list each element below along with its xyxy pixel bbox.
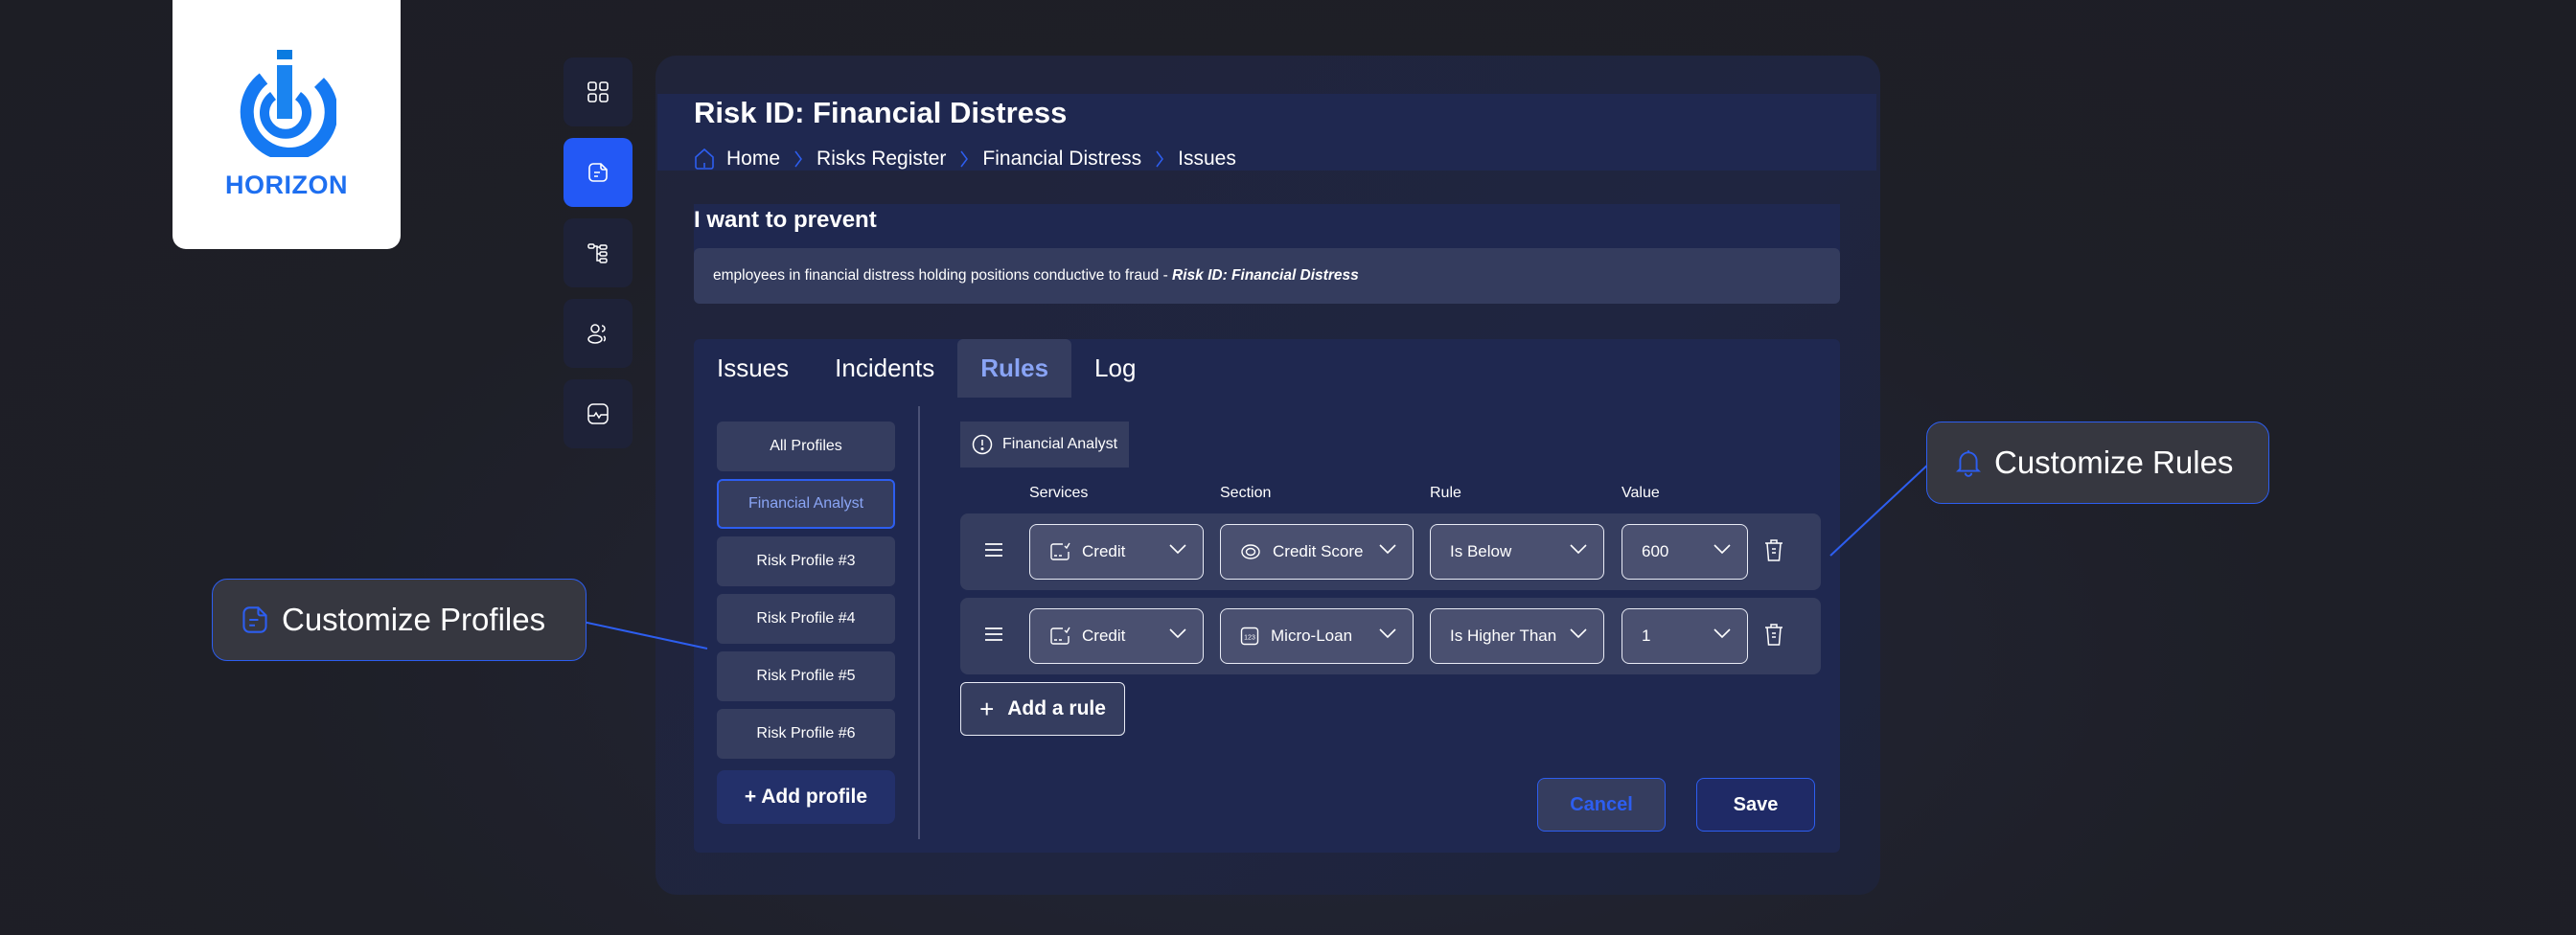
chevron-right-icon (1155, 149, 1164, 169)
nav-rail (564, 57, 634, 460)
grid-icon (587, 81, 609, 103)
tabs-area: Issues Incidents Rules Log All Profiles … (694, 339, 1840, 853)
profile-item-all[interactable]: All Profiles (717, 422, 895, 471)
column-rule: Rule (1430, 485, 1461, 501)
value-value: 600 (1642, 542, 1669, 560)
callout-customize-profiles: Customize Profiles (212, 579, 586, 661)
chevron-down-icon (1168, 627, 1187, 639)
eye-icon (1240, 543, 1261, 560)
chevron-right-icon (959, 149, 969, 169)
document-icon (588, 163, 608, 182)
breadcrumb-financial-distress[interactable]: Financial Distress (982, 148, 1141, 171)
plus-icon: + (979, 694, 995, 723)
callout-customize-rules: Customize Rules (1926, 422, 2269, 504)
nav-documents-button[interactable] (564, 138, 632, 207)
add-profile-button[interactable]: + Add profile (717, 770, 895, 824)
rule-select[interactable]: Is Below (1430, 524, 1604, 580)
chevron-right-icon (794, 149, 803, 169)
value-select[interactable]: 1 (1622, 608, 1748, 664)
credit-card-check-icon (1049, 541, 1070, 562)
document-icon (242, 605, 268, 634)
services-select[interactable]: Credit (1029, 608, 1204, 664)
profile-item-6[interactable]: Risk Profile #6 (717, 709, 895, 759)
tab-issues[interactable]: Issues (694, 339, 812, 398)
brand-logo-card: HORIZON (172, 0, 401, 249)
trash-icon[interactable] (1763, 538, 1784, 568)
hierarchy-icon (587, 243, 608, 263)
nav-hierarchy-button[interactable] (564, 218, 632, 287)
nav-dashboard-button[interactable] (564, 57, 632, 126)
credit-card-check-icon (1049, 626, 1070, 647)
column-value: Value (1622, 485, 1660, 501)
profile-item-5[interactable]: Risk Profile #5 (717, 651, 895, 701)
page-title: Risk ID: Financial Distress (694, 96, 1068, 129)
chevron-down-icon (1569, 627, 1588, 639)
chevron-down-icon (1378, 543, 1397, 555)
services-value: Credit (1082, 542, 1126, 560)
value-select[interactable]: 600 (1622, 524, 1748, 580)
drag-handle-icon[interactable] (983, 625, 1004, 649)
rules-column-headers: Services Section Rule Value (960, 468, 1821, 513)
home-icon[interactable] (694, 148, 715, 171)
selected-profile-chip: Financial Analyst (960, 422, 1130, 468)
bell-icon (1956, 448, 1981, 477)
section-select[interactable]: 123 Micro-Loan (1220, 608, 1414, 664)
chevron-down-icon (1569, 543, 1588, 555)
profile-item-financial-analyst[interactable]: Financial Analyst (717, 479, 895, 529)
chevron-down-icon (1168, 543, 1187, 555)
services-select[interactable]: Credit (1029, 524, 1204, 580)
prevent-description: employees in financial distress holding … (694, 248, 1840, 304)
save-button[interactable]: Save (1696, 778, 1815, 832)
profile-list: All Profiles Financial Analyst Risk Prof… (717, 422, 895, 824)
prevent-risk-id: Risk ID: Financial Distress (1172, 267, 1359, 284)
tab-rules[interactable]: Rules (957, 339, 1072, 398)
tab-incidents[interactable]: Incidents (812, 339, 957, 398)
main-panel: Risk ID: Financial Distress Home Risks R… (656, 56, 1880, 895)
callout-label: Customize Profiles (282, 602, 546, 637)
rule-row: Credit Credit Score Is Below 600 (960, 513, 1821, 590)
breadcrumb-risks-register[interactable]: Risks Register (816, 148, 946, 171)
add-rule-button[interactable]: + Add a rule (960, 682, 1125, 736)
chevron-down-icon (1378, 627, 1397, 639)
users-icon (587, 324, 607, 344)
prevent-text: employees in financial distress holding … (713, 267, 1168, 284)
nav-users-button[interactable] (564, 299, 632, 368)
value-value: 1 (1642, 627, 1651, 645)
chevron-down-icon (1713, 543, 1732, 555)
svg-text:123: 123 (1244, 635, 1255, 642)
cancel-button[interactable]: Cancel (1537, 778, 1666, 832)
callout-label: Customize Rules (1994, 445, 2234, 480)
breadcrumb-home[interactable]: Home (726, 148, 780, 171)
nav-monitor-button[interactable] (564, 379, 632, 448)
section-select[interactable]: Credit Score (1220, 524, 1414, 580)
rule-select[interactable]: Is Higher Than (1430, 608, 1604, 664)
breadcrumb-issues: Issues (1178, 148, 1236, 170)
tab-log[interactable]: Log (1071, 339, 1159, 398)
selected-profile-name: Financial Analyst (1002, 436, 1118, 452)
drag-handle-icon[interactable] (983, 540, 1004, 564)
rule-row: Credit 123 Micro-Loan Is Higher Than 1 (960, 598, 1821, 674)
rule-value: Is Below (1450, 542, 1512, 560)
profile-item-4[interactable]: Risk Profile #4 (717, 594, 895, 644)
brand-name: HORIZON (225, 171, 348, 199)
activity-monitor-icon (587, 403, 609, 424)
prevent-title: I want to prevent (694, 207, 877, 233)
alert-circle-icon (972, 434, 993, 455)
add-rule-label: Add a rule (1007, 697, 1106, 719)
horizon-logo-icon (240, 50, 336, 157)
section-value: Micro-Loan (1271, 627, 1353, 645)
section-value: Credit Score (1273, 542, 1364, 560)
services-value: Credit (1082, 627, 1126, 645)
chevron-down-icon (1713, 627, 1732, 639)
rules-editor: Financial Analyst Services Section Rule … (960, 422, 1821, 736)
profile-item-3[interactable]: Risk Profile #3 (717, 536, 895, 586)
column-services: Services (1029, 485, 1089, 501)
rule-value: Is Higher Than (1450, 627, 1557, 645)
breadcrumb: Home Risks Register Financial Distress I… (694, 148, 1236, 171)
numbers-123-icon: 123 (1240, 627, 1259, 646)
vertical-divider (918, 406, 920, 839)
column-section: Section (1220, 485, 1272, 501)
trash-icon[interactable] (1763, 623, 1784, 652)
tab-bar: Issues Incidents Rules Log (694, 339, 1159, 398)
